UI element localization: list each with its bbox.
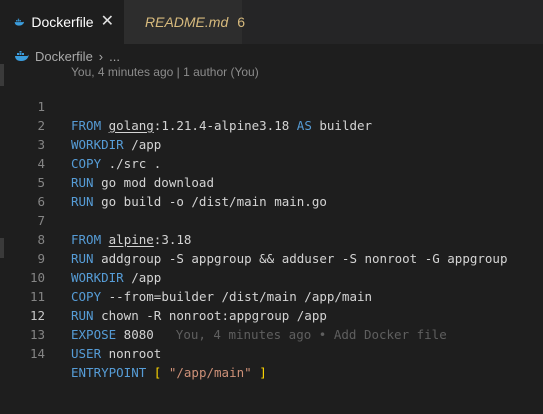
line-number: 14: [29, 346, 45, 361]
tab-readme[interactable]: README.md 6: [124, 0, 246, 44]
bracket: [: [153, 365, 162, 380]
code-line: 11 RUN chown -R nonroot:appgroup /app: [0, 268, 543, 323]
tab-label: README.md: [145, 14, 229, 30]
problem-count-badge: 6: [237, 14, 246, 30]
docker-icon: [15, 50, 29, 61]
tab-dockerfile[interactable]: Dockerfile ✕: [0, 0, 124, 44]
docker-icon: [14, 18, 25, 26]
code-line: 7 FROM alpine:3.18: [0, 192, 543, 247]
code-line: 5 RUN go build -o /dist/main main.go: [0, 154, 543, 209]
code-line: 1 FROM golang:1.21.4-alpine3.18 AS build…: [0, 78, 543, 133]
close-icon[interactable]: ✕: [101, 14, 114, 30]
code-text: nonroot: [101, 346, 162, 361]
editor-tab-bar: Dockerfile ✕ README.md 6: [0, 0, 543, 44]
tab-label: Dockerfile: [31, 14, 94, 30]
code-line: 8 RUN addgroup -S appgroup && adduser -S…: [0, 211, 543, 266]
code-line: 10 COPY --from=builder /dist/main /app/m…: [0, 249, 543, 304]
code-line: 9 WORKDIR /app: [0, 230, 543, 285]
code-line: 3 COPY ./src .: [0, 116, 543, 171]
code-line: 2 WORKDIR /app: [0, 97, 543, 152]
code-line: 13 USER nonroot: [0, 306, 543, 361]
code-editor[interactable]: 1 FROM golang:1.21.4-alpine3.18 AS build…: [0, 78, 543, 380]
keyword: USER: [71, 346, 102, 361]
code-line: 6: [0, 173, 543, 209]
code-line: 14 ENTRYPOINT [ "/app/main" ]: [0, 325, 543, 380]
keyword: ENTRYPOINT: [71, 365, 147, 380]
bracket: ]: [259, 365, 267, 380]
string-literal: "/app/main": [168, 365, 252, 380]
code-line-current: 12 EXPOSE 8080 You, 4 minutes ago • Add D…: [0, 287, 543, 342]
code-line: 4 RUN go mod download: [0, 135, 543, 190]
